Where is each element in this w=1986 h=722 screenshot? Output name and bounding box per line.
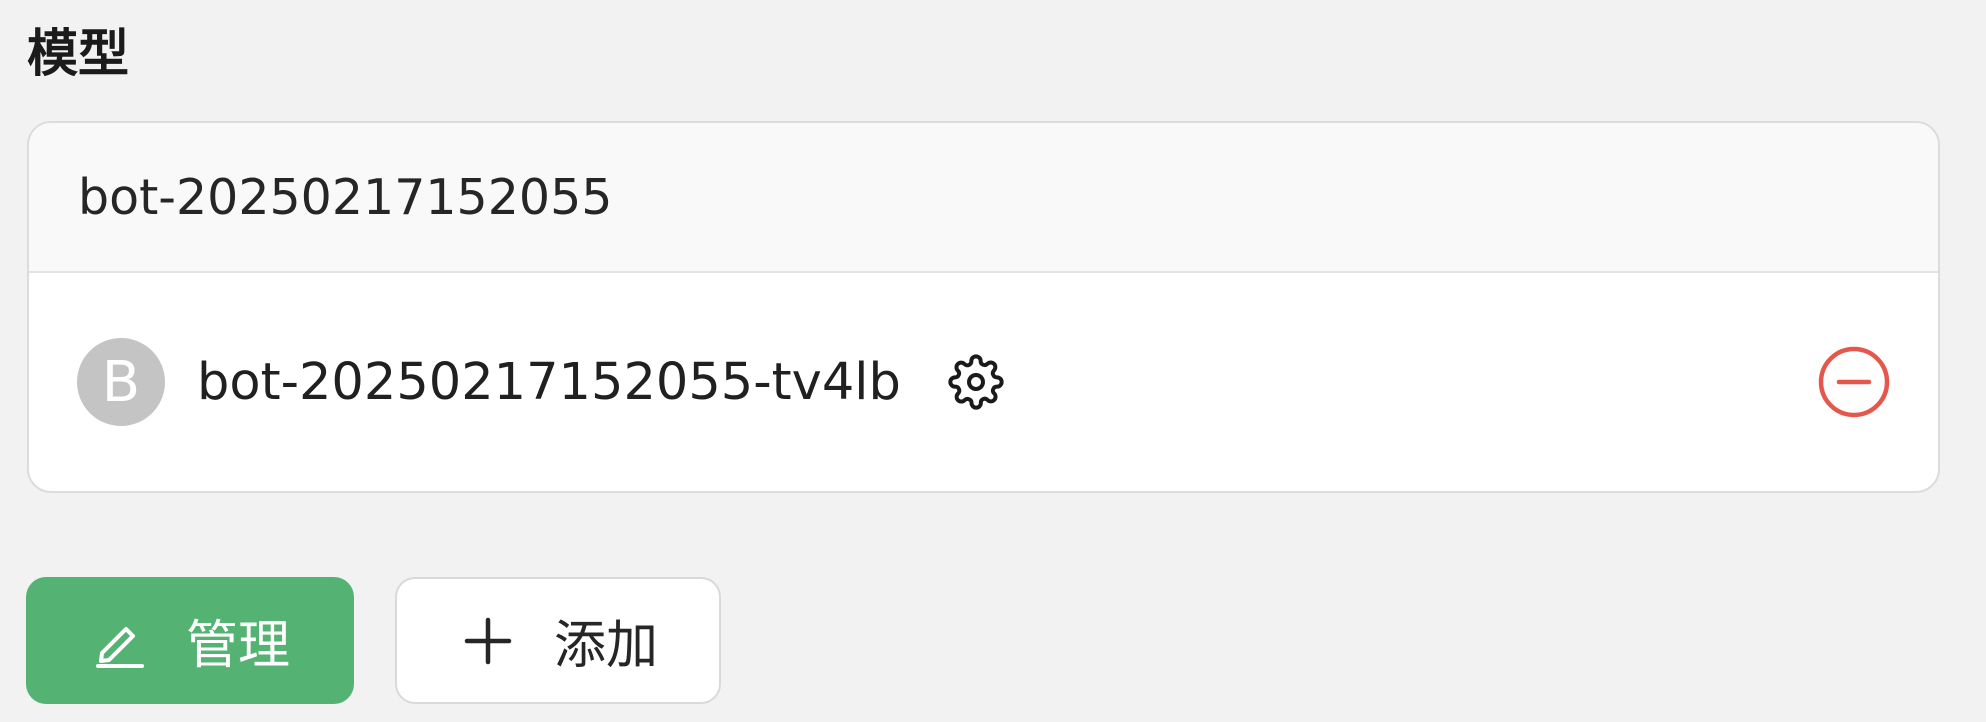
gear-icon[interactable] <box>947 353 1005 411</box>
avatar-letter: B <box>101 349 141 415</box>
section-title: 模型 <box>27 25 130 84</box>
model-avatar: B <box>77 338 165 426</box>
add-button[interactable]: 添加 <box>395 577 721 704</box>
remove-model-button[interactable] <box>1816 344 1892 420</box>
plus-icon <box>458 611 518 671</box>
manage-button-label: 管理 <box>185 616 290 676</box>
manage-button[interactable]: 管理 <box>26 577 354 704</box>
model-group-name: bot-20250217152055 <box>78 168 613 226</box>
add-button-label: 添加 <box>553 616 658 676</box>
edit-pen-icon <box>90 611 150 671</box>
model-settings-panel: 模型 bot-20250217152055 B bot-202502171520… <box>0 0 1986 722</box>
model-group-header[interactable]: bot-20250217152055 <box>29 123 1938 273</box>
model-list-item: B bot-20250217152055-tv4lb <box>29 273 1938 491</box>
model-list-card: bot-20250217152055 B bot-20250217152055-… <box>27 121 1940 493</box>
model-name: bot-20250217152055-tv4lb <box>197 352 901 412</box>
minus-circle-icon <box>1818 346 1890 418</box>
